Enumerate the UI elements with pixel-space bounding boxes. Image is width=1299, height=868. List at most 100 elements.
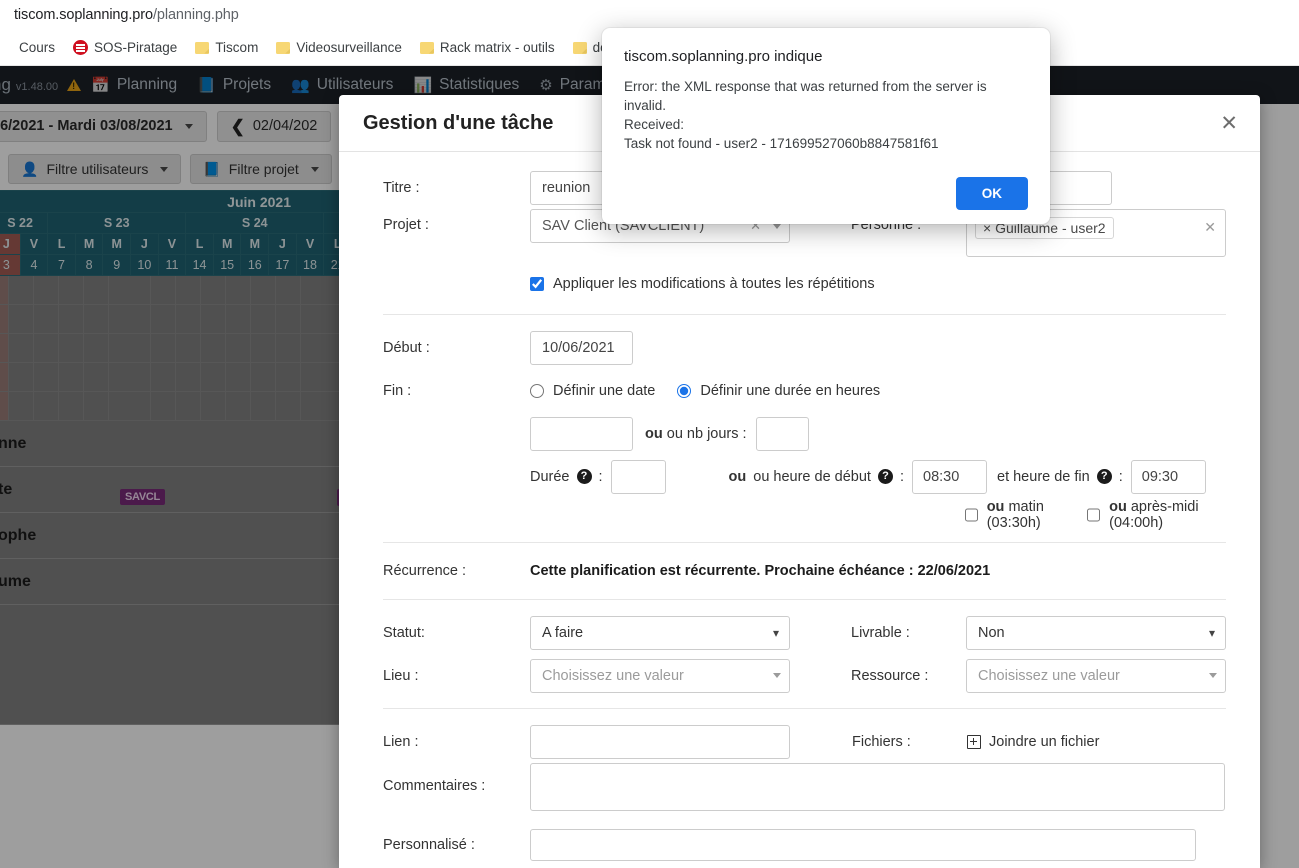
alert-title: tiscom.soplanning.pro indique (624, 48, 823, 65)
filter-project-button[interactable]: 📘 Filtre projet (190, 154, 332, 184)
alert-ok-button[interactable]: OK (955, 177, 1028, 210)
calendar-date-cell[interactable]: 4 (19, 254, 49, 276)
resource-name-list: nne te ophe ume (0, 421, 345, 725)
matin-checkbox[interactable] (964, 507, 978, 522)
apply-all-repetitions-label: Appliquer les modifications à toutes les… (553, 276, 875, 292)
javascript-alert-dialog: tiscom.soplanning.pro indique Error: the… (602, 28, 1050, 224)
list-item[interactable]: nne (0, 421, 345, 467)
previous-period-label: 02/04/202 (252, 118, 318, 134)
calendar-date-cell[interactable]: 11 (157, 254, 187, 276)
calendar-date-cell[interactable]: 18 (295, 254, 325, 276)
calendar-date-cell[interactable]: 9 (102, 254, 132, 276)
fin-date-input[interactable] (530, 416, 633, 451)
chevron-down-icon (310, 166, 319, 172)
url-host: tiscom.soplanning.pro (14, 7, 153, 23)
list-item[interactable]: te (0, 467, 345, 513)
help-icon[interactable]: ? (1096, 469, 1112, 484)
help-icon[interactable]: ? (877, 469, 893, 484)
filter-users-button[interactable]: 👤 Filtre utilisateurs (8, 154, 182, 184)
modal-body: Titre : reunion Projet : SAV Client (SAV… (339, 152, 1260, 868)
attach-file-button[interactable]: Joindre un fichier (967, 734, 1099, 750)
lien-input[interactable] (530, 724, 790, 759)
apply-all-repetitions-row[interactable]: Appliquer les modifications à toutes les… (530, 276, 875, 292)
calendar-date-cell[interactable]: 17 (268, 254, 297, 276)
fin-mode-date-option[interactable]: Définir une date (530, 383, 655, 399)
commentaires-textarea[interactable] (530, 763, 1225, 811)
field-row-duree: Durée ? : ou ou heure de début ? : 08:30 (339, 455, 1260, 498)
field-row-repetitions: Appliquer les modifications à toutes les… (339, 265, 1260, 303)
nav-item-projets[interactable]: 📘 Projets (187, 66, 281, 104)
heure-debut-label: ou heure de début (753, 468, 871, 485)
chevron-down-icon (773, 673, 781, 678)
folder-icon (572, 41, 587, 54)
fin-mode-date-radio[interactable] (530, 383, 544, 398)
calendar-week-label: S 22 (0, 212, 49, 234)
fin-mode-hours-radio[interactable] (677, 383, 692, 398)
bookmark-videosurveillance[interactable]: Videosurveillance (267, 37, 411, 58)
close-icon[interactable]: ✕ (1220, 113, 1238, 134)
livrable-select[interactable]: Non ▾ (966, 615, 1226, 650)
resource-name: ophe (0, 526, 37, 544)
folder-icon (276, 41, 291, 54)
calendar-date-cell[interactable]: 8 (74, 254, 104, 276)
personnalise-label: Personnalisé : (383, 837, 475, 853)
task-chip-savclient[interactable]: SAVCL (120, 489, 165, 505)
list-item[interactable]: ophe (0, 513, 345, 559)
statut-select[interactable]: A faire ▾ (530, 615, 790, 650)
calendar-date-cell[interactable]: 14 (185, 254, 214, 276)
resource-name: te (0, 480, 13, 498)
fin-mode-hours-option[interactable]: Définir une durée en heures (677, 383, 880, 399)
recurrence-label: Récurrence : (383, 563, 467, 579)
heure-debut-input[interactable]: 08:30 (912, 459, 987, 494)
chevron-down-icon (184, 123, 193, 129)
nb-jours-input[interactable] (755, 416, 809, 451)
calendar-date-cell[interactable]: 7 (47, 254, 76, 276)
field-row-debut: Début : 10/06/2021 (339, 326, 1260, 369)
lieu-select[interactable]: Choisissez une valeur (530, 658, 790, 693)
app-brand: ng v1.48.00 (0, 75, 82, 95)
ressource-select[interactable]: Choisissez une valeur (966, 658, 1226, 693)
screenshot-root: tiscom.soplanning.pro/planning.php Cours… (0, 0, 1299, 868)
calendar-day-label: L (47, 233, 76, 255)
users-icon: 👥 (291, 77, 310, 94)
matin-option[interactable]: ou matin (03:30h) (964, 499, 1078, 531)
calendar-week-label: S 23 (47, 212, 187, 234)
alert-message: Error: the XML response that was returne… (624, 77, 1028, 153)
calendar-day-label: M (212, 233, 242, 255)
list-item[interactable]: ume (0, 559, 345, 605)
calendar-date-cell[interactable]: 15 (212, 254, 242, 276)
date-range-label: /06/2021 - Mardi 03/08/2021 (0, 118, 173, 134)
grid-row (0, 363, 352, 392)
page-title: Gestion d'une tâche (363, 111, 554, 134)
apresmidi-option[interactable]: ou après-midi (04:00h) (1087, 499, 1226, 531)
debut-label: Début : (383, 339, 430, 356)
date-range-selector[interactable]: /06/2021 - Mardi 03/08/2021 (0, 110, 207, 142)
bookmark-cours[interactable]: Cours (10, 37, 64, 58)
clear-icon[interactable]: ✕ (1204, 217, 1216, 236)
debut-date-input[interactable]: 10/06/2021 (530, 330, 633, 365)
bookmark-sos-piratage[interactable]: SOS-Piratage (64, 37, 186, 58)
apresmidi-checkbox[interactable] (1087, 507, 1101, 522)
livrable-value: Non (978, 624, 1005, 641)
chevron-down-icon (160, 166, 169, 172)
help-icon[interactable]: ? (576, 469, 592, 484)
chevron-down-icon (773, 223, 781, 229)
calendar-date-cell[interactable]: 3 (0, 254, 21, 276)
bookmark-rack-matrix[interactable]: Rack matrix - outils (411, 37, 564, 58)
nav-label: Param (559, 76, 606, 93)
calendar-date-cell[interactable]: 10 (130, 254, 159, 276)
chevron-down-icon (1209, 673, 1217, 678)
fin-mode-hours-label: Définir une durée en heures (700, 382, 881, 399)
calendar-date-cell[interactable]: 16 (240, 254, 270, 276)
personnalise-input[interactable] (530, 829, 1196, 861)
previous-period-button[interactable]: ❮ 02/04/202 (216, 110, 332, 142)
duree-input[interactable] (610, 459, 666, 494)
apply-all-repetitions-checkbox[interactable] (530, 277, 544, 291)
heure-fin-input[interactable]: 09:30 (1130, 459, 1206, 494)
field-row-statut: Statut: A faire ▾ Livrable : Non ▾ (339, 611, 1260, 654)
address-bar[interactable]: tiscom.soplanning.pro/planning.php (0, 0, 1299, 30)
bookmark-tiscom[interactable]: Tiscom (186, 37, 267, 58)
calendar-day-row: J V L M M J V L M M J V L (0, 233, 352, 255)
nav-item-planning[interactable]: 📅 Planning (81, 66, 187, 104)
list-item[interactable] (0, 605, 345, 725)
